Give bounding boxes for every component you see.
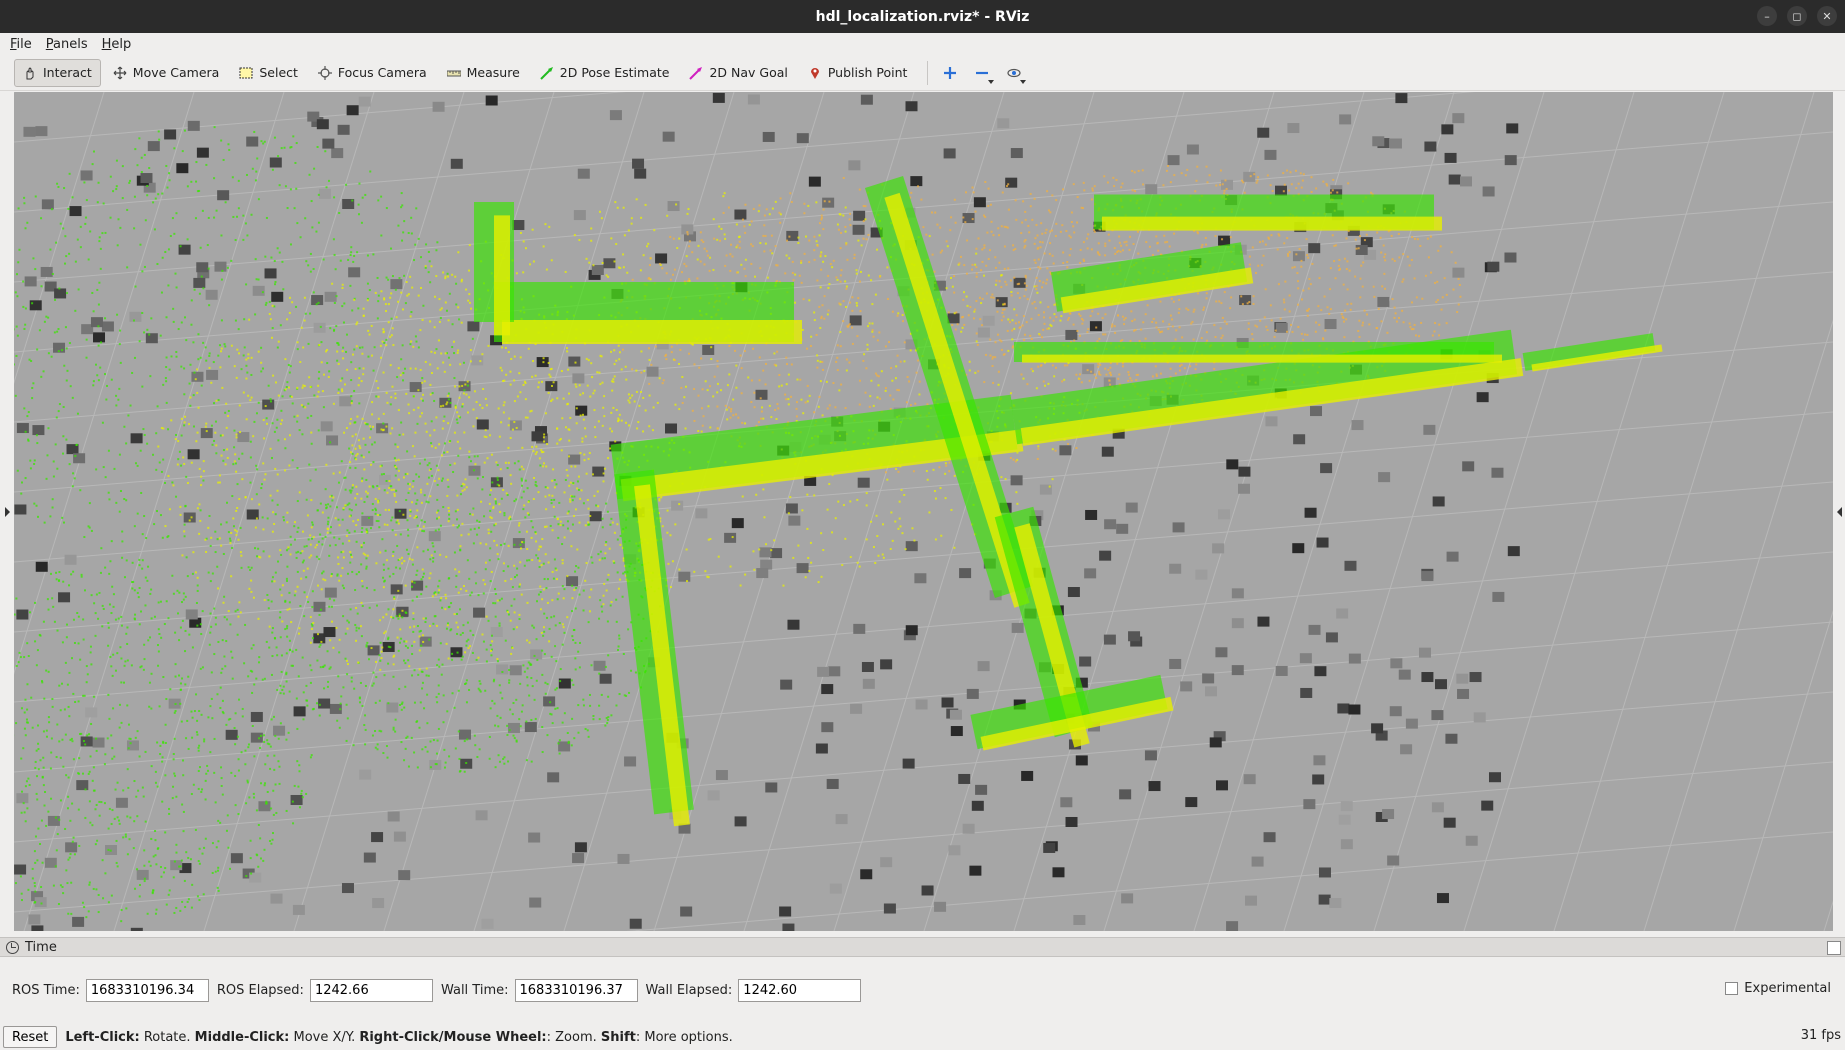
ros-time-field[interactable] [85,978,209,1002]
menu-file[interactable]: File [10,37,32,52]
tool-publish-point[interactable]: Publish Point [800,59,916,87]
minus-icon [976,71,989,74]
ros-elapsed-field[interactable] [309,978,433,1002]
time-panel: ROS Time: ROS Elapsed: Wall Time: Wall E… [0,977,1845,1003]
window-title: hdl_localization.rviz* - RViz [815,8,1030,25]
right-dock-handle[interactable] [1833,92,1845,931]
mouse-hint: Left-Click: Rotate. Middle-Click: Move X… [65,1030,732,1045]
tool-measure-label: Measure [466,65,520,80]
tool-2d-nav-goal-label: 2D Nav Goal [709,65,788,80]
tool-select[interactable]: Select [231,59,306,87]
hint-key-shift: Shift [600,1029,636,1045]
minimize-button[interactable]: – [1757,6,1777,26]
wall-elapsed-field[interactable] [738,978,862,1002]
fps-counter: 31 fps [1800,1028,1841,1043]
camera-type-button[interactable] [1000,59,1028,87]
clock-icon [6,940,19,954]
remove-tool-button[interactable] [968,59,996,87]
select-box-icon [239,67,253,78]
time-panel-header: Time [0,937,1845,957]
chevron-down-icon [1020,79,1027,84]
ros-elapsed-label: ROS Elapsed: [216,982,304,998]
focus-camera-icon [317,65,332,80]
tool-bar: Interact Move Camera Select Focus Camera… [0,55,1845,91]
tool-2d-nav-goal[interactable]: 2D Nav Goal [681,59,795,87]
expand-left-icon [1836,506,1842,517]
experimental-label: Experimental [1744,981,1831,996]
hint-key-left: Left-Click: [65,1029,140,1045]
tool-interact-label: Interact [43,65,92,80]
tool-focus-camera[interactable]: Focus Camera [310,59,435,87]
tool-interact[interactable]: Interact [14,58,101,87]
plus-icon [944,66,957,79]
reset-button[interactable]: Reset [3,1026,58,1048]
tool-move-camera[interactable]: Move Camera [105,59,228,87]
toolbar-separator [927,60,929,85]
hand-icon [26,66,34,79]
ruler-icon [446,70,461,76]
tool-measure[interactable]: Measure [439,59,528,87]
move-camera-icon [113,66,127,79]
wall-time-field[interactable] [514,978,638,1002]
hint-text-right: : Zoom. [546,1029,601,1045]
close-button[interactable]: ✕ [1817,6,1837,26]
tool-select-label: Select [259,65,298,80]
hint-text-middle: Move X/Y. [289,1029,360,1045]
hint-key-right: Right-Click/Mouse Wheel: [359,1029,547,1045]
pink-arrow-icon [689,66,703,80]
hint-text-shift: : More options. [635,1029,733,1045]
status-bar: Reset Left-Click: Rotate. Middle-Click: … [0,1024,1845,1050]
title-bar: hdl_localization.rviz* - RViz – ◻ ✕ [0,0,1845,33]
wall-elapsed-label: Wall Elapsed: [645,982,733,998]
add-tool-button[interactable] [936,59,964,87]
menu-bar: File Panels Help [0,33,1845,55]
menu-help[interactable]: Help [102,37,132,52]
undock-button[interactable] [1827,941,1841,955]
chevron-down-icon [988,79,995,84]
hint-text-left: Rotate. [139,1029,195,1045]
experimental-toggle[interactable]: Experimental [1725,981,1831,996]
tool-2d-pose-estimate[interactable]: 2D Pose Estimate [532,59,678,87]
render-viewport[interactable] [14,92,1833,931]
expand-right-icon [4,506,10,517]
tool-focus-camera-label: Focus Camera [337,65,427,80]
ros-time-label: ROS Time: [12,982,80,998]
experimental-checkbox[interactable] [1725,982,1739,995]
left-dock-handle[interactable] [0,92,14,931]
map-pin-icon [810,67,819,79]
menu-panels[interactable]: Panels [46,37,88,52]
time-panel-title: Time [25,939,57,955]
hint-key-middle: Middle-Click: [194,1029,290,1045]
eye-icon [1007,68,1022,77]
tool-2d-pose-estimate-label: 2D Pose Estimate [559,65,670,80]
point-cloud-scene[interactable] [14,92,1833,931]
green-arrow-icon [540,66,553,80]
tool-move-camera-label: Move Camera [132,65,220,80]
maximize-button[interactable]: ◻ [1787,6,1807,26]
wall-time-label: Wall Time: [440,982,509,998]
tool-publish-point-label: Publish Point [827,65,908,80]
